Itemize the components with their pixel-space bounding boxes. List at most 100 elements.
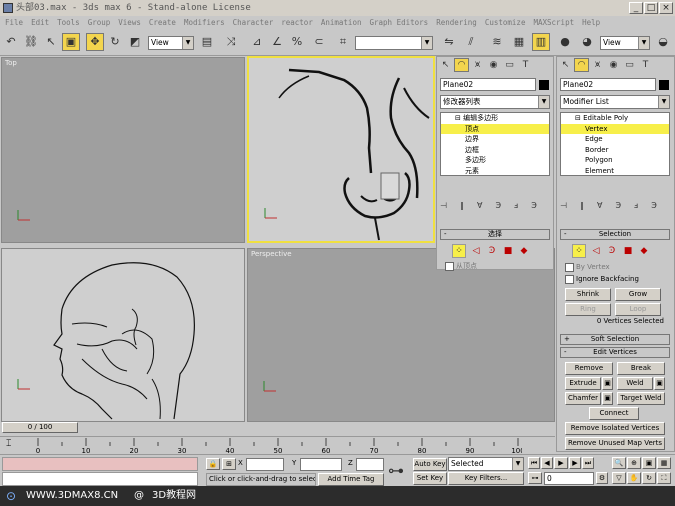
weld-settings-icon[interactable]: ▣ <box>654 377 665 390</box>
target-weld-button[interactable]: Target Weld <box>617 392 665 405</box>
polygon-mode-icon[interactable]: ■ <box>621 244 635 258</box>
motion-tab-icon[interactable]: ◉ <box>486 58 501 72</box>
go-to-end-icon[interactable]: ⏭ <box>582 457 594 469</box>
border-mode-icon[interactable]: Ͽ <box>605 244 619 258</box>
add-time-tag-button[interactable]: Add Time Tag <box>318 473 384 486</box>
current-frame-field[interactable]: 0 <box>544 472 594 485</box>
zoom-extents-icon[interactable]: ▣ <box>642 457 656 469</box>
stack-item-subobject[interactable]: 元素 <box>441 166 549 177</box>
create-tab-icon[interactable]: ↖ <box>558 58 573 72</box>
mirror-tool-icon[interactable]: ⇋ <box>440 33 458 51</box>
selection-rollout-header[interactable]: - Selection <box>560 229 670 240</box>
menu-rendering[interactable]: Rendering <box>436 16 477 30</box>
remove-isolated-vertices-button[interactable]: Remove Isolated Vertices <box>565 422 665 435</box>
stack-item-subobject[interactable]: Element <box>561 166 669 177</box>
menu-modifiers[interactable]: Modifiers <box>184 16 225 30</box>
grow-button[interactable]: Grow <box>615 288 661 301</box>
viewport-perspective[interactable]: Perspective <box>247 248 555 422</box>
element-mode-icon[interactable]: ◆ <box>517 244 531 258</box>
chamfer-button[interactable]: Chamfer <box>565 392 601 405</box>
select-by-name-icon[interactable]: ▣ <box>62 33 80 51</box>
create-tab-icon[interactable]: ↖ <box>438 58 453 72</box>
stack-item-subobject[interactable]: Border <box>561 145 669 156</box>
polygon-mode-icon[interactable]: ■ <box>501 244 515 258</box>
absolute-mode-icon[interactable]: ⊞ <box>222 458 236 470</box>
key-mode-toggle-icon[interactable]: ⊶ <box>528 472 542 484</box>
time-slider-thumb[interactable]: 0 / 100 <box>2 422 78 433</box>
material-editor-icon[interactable]: ● <box>556 33 574 51</box>
zoom-extents-all-icon[interactable]: ▦ <box>657 457 671 469</box>
modifier-stack[interactable]: ⊟ 编辑多边形 顶点 边界 边框 多边形 元素 <box>440 112 550 176</box>
maximize-button[interactable]: □ <box>644 2 658 14</box>
curve-editor-icon[interactable]: ▦ <box>510 33 528 51</box>
connect-button[interactable]: Connect <box>589 407 639 420</box>
menu-create[interactable]: Create <box>149 16 176 30</box>
edit-vertices-rollout-header[interactable]: - Edit Vertices <box>560 347 670 358</box>
object-color-swatch[interactable] <box>539 80 549 90</box>
stack-item-subobject[interactable]: 边框 <box>441 145 549 156</box>
by-vertex-checkbox[interactable]: By Vertex <box>565 262 610 272</box>
zoom-all-icon[interactable]: ⊕ <box>627 457 641 469</box>
object-color-swatch[interactable] <box>659 80 669 90</box>
time-config-icon[interactable]: ⚙ <box>596 472 608 484</box>
selection-rollout-header[interactable]: - 选择 <box>440 229 550 240</box>
menu-animation[interactable]: Animation <box>321 16 362 30</box>
app-icon[interactable] <box>3 3 13 13</box>
lock-selection-icon[interactable]: 🔒 <box>206 458 220 470</box>
pivot-icon[interactable]: ▤ <box>198 33 216 51</box>
loop-button[interactable]: Loop <box>615 303 661 316</box>
minimize-button[interactable]: _ <box>629 2 643 14</box>
select-link-icon[interactable]: ⛓ <box>22 33 40 51</box>
soft-selection-rollout-header[interactable]: + Soft Selection <box>560 334 670 345</box>
menu-reactor[interactable]: reactor <box>281 16 313 30</box>
modify-tab-icon[interactable]: ◠ <box>574 58 589 72</box>
motion-tab-icon[interactable]: ◉ <box>606 58 621 72</box>
snap-icon[interactable]: ⊿ <box>248 33 266 51</box>
weld-button[interactable]: Weld <box>617 377 653 390</box>
menu-file[interactable]: File <box>5 16 23 30</box>
previous-frame-icon[interactable]: ◀ <box>541 457 553 469</box>
zoom-icon[interactable]: 🔍 <box>612 457 626 469</box>
key-filters-button[interactable]: Key Filters... <box>448 472 524 485</box>
remove-unused-map-verts-button[interactable]: Remove Unused Map Verts <box>565 437 665 450</box>
percent-snap-icon[interactable]: % <box>288 33 306 51</box>
go-to-start-icon[interactable]: ⏮ <box>528 457 540 469</box>
object-name-field[interactable]: Plane02 <box>440 78 536 91</box>
modifier-stack[interactable]: ⊟ Editable Poly Vertex Edge Border Polygon El… <box>560 112 670 176</box>
frame-ruler[interactable]: ⌶ 0 10 20 30 40 50 60 70 80 90 100 <box>0 436 555 454</box>
viewport-front[interactable] <box>247 56 435 243</box>
reference-coord-combo[interactable]: View ▼ <box>148 36 194 50</box>
stack-item-base-object[interactable]: ⊟ 编辑多边形 <box>441 113 549 124</box>
utilities-tab-icon[interactable]: T <box>638 58 653 72</box>
hierarchy-tab-icon[interactable]: ⩙ <box>590 58 605 72</box>
chamfer-settings-icon[interactable]: ▣ <box>602 392 613 405</box>
render-type-combo[interactable]: View ▼ <box>600 36 650 50</box>
scale-icon[interactable]: ◩ <box>126 33 144 51</box>
auto-key-button[interactable]: Auto Key <box>413 458 447 471</box>
vertex-mode-icon[interactable]: ⁘ <box>452 244 466 258</box>
field-of-view-icon[interactable]: ▽ <box>612 472 626 484</box>
stack-item-subobject[interactable]: Vertex <box>561 123 669 134</box>
maxscript-input[interactable] <box>2 472 198 486</box>
y-coordinate-field[interactable] <box>300 458 342 471</box>
break-button[interactable]: Break <box>617 362 665 375</box>
menu-views[interactable]: Views <box>118 16 141 30</box>
mirror-icon[interactable]: ⤨ <box>222 33 240 51</box>
remove-button[interactable]: Remove <box>565 362 613 375</box>
menu-maxscript[interactable]: MAXScript <box>533 16 574 30</box>
stack-item-subobject[interactable]: Polygon <box>561 155 669 166</box>
menu-graph-editors[interactable]: Graph Editors <box>369 16 428 30</box>
quick-render-icon[interactable]: ◒ <box>654 33 672 51</box>
by-vertex-checkbox[interactable]: 从顶点 <box>445 261 477 271</box>
maximize-viewport-icon[interactable]: ⛶ <box>657 472 671 484</box>
modify-tab-icon[interactable]: ◠ <box>454 58 469 72</box>
close-button[interactable]: × <box>659 2 673 14</box>
rotate-icon[interactable]: ↻ <box>106 33 124 51</box>
menu-customize[interactable]: Customize <box>485 16 526 30</box>
stack-tools[interactable]: ⊣‖∀ЭⅎЭ <box>560 201 670 213</box>
stack-item-base-object[interactable]: ⊟ Editable Poly <box>561 113 669 124</box>
stack-item-subobject[interactable]: 多边形 <box>441 155 549 166</box>
move-icon[interactable]: ✥ <box>86 33 104 51</box>
x-coordinate-field[interactable] <box>246 458 284 471</box>
viewport-top[interactable]: Top <box>1 57 245 243</box>
